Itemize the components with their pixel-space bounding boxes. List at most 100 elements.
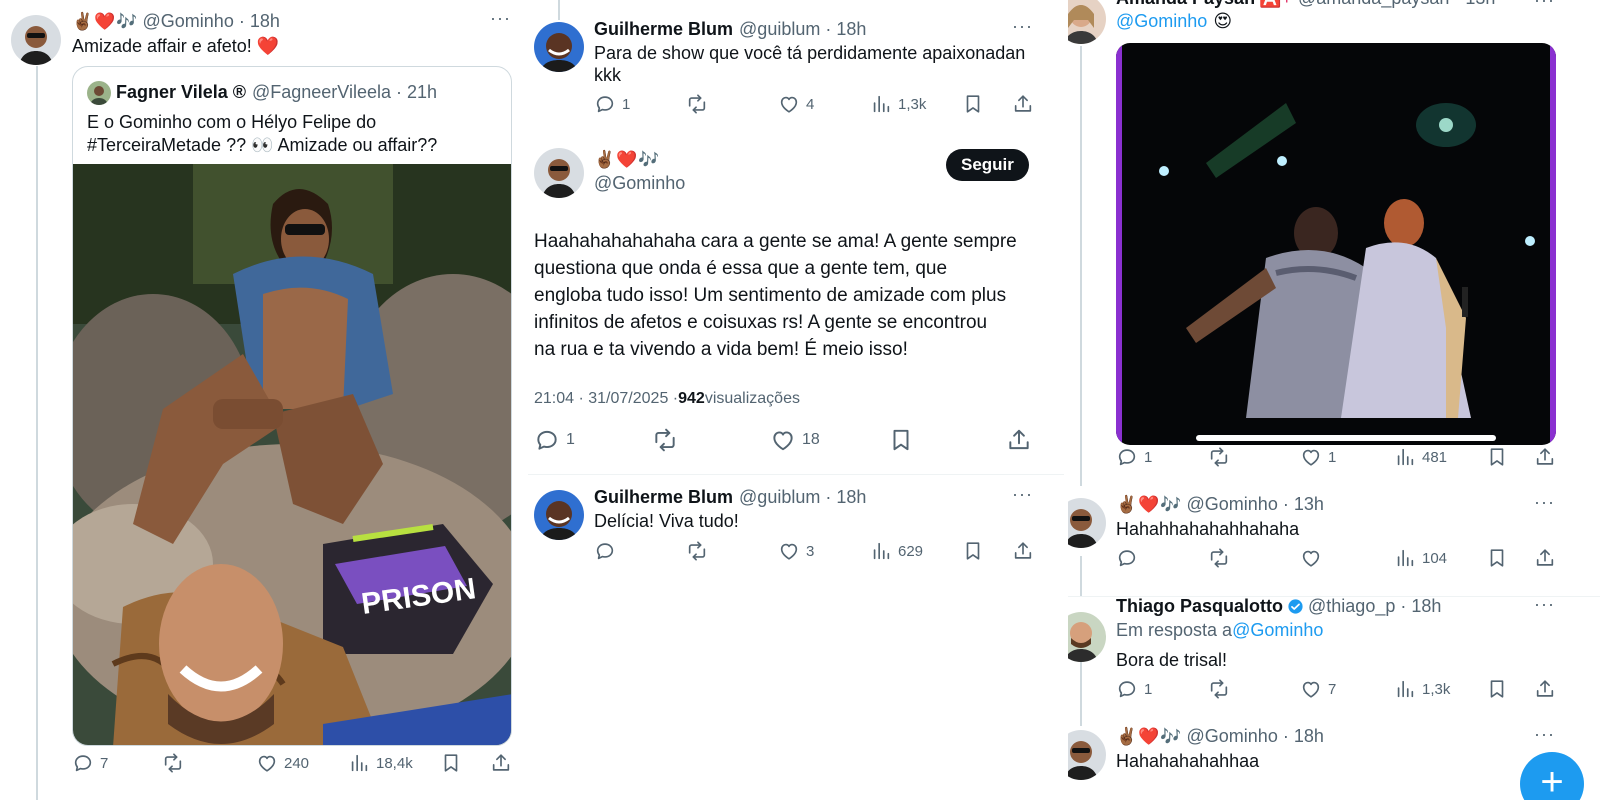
more-icon[interactable]: ··· [1534, 492, 1555, 513]
share-button[interactable] [1012, 93, 1040, 115]
like-icon [256, 752, 278, 774]
user-handle[interactable]: @guiblum [739, 487, 820, 508]
reply-button[interactable]: 1 [534, 427, 575, 453]
more-icon[interactable]: ··· [1534, 0, 1555, 11]
author-emoji-name[interactable]: ✌🏾 ❤️ 🎶 [594, 150, 661, 170]
compose-button[interactable]: + [1520, 752, 1584, 800]
retweet-button[interactable] [686, 93, 714, 115]
author-name[interactable]: Amanda Paysan [1116, 0, 1255, 9]
avatar[interactable] [1068, 730, 1106, 780]
bookmark-button[interactable] [962, 93, 990, 115]
share-icon [1012, 93, 1034, 115]
main-tweet-actions: 1 18 [528, 427, 1068, 453]
avatar[interactable] [534, 22, 584, 72]
like-button[interactable] [1300, 547, 1328, 569]
bookmark-button[interactable] [440, 752, 468, 774]
tweet-media-video[interactable] [1116, 43, 1556, 445]
quote-author-handle: @FagneerVileela [251, 82, 392, 102]
views-icon [1394, 547, 1416, 569]
like-button[interactable]: 240 [256, 752, 309, 774]
user-handle[interactable]: @Gominho [1187, 494, 1278, 515]
tweet-time[interactable]: 18h [836, 487, 866, 508]
avatar[interactable] [11, 15, 61, 65]
tweet-time[interactable]: 13h [1294, 494, 1324, 515]
more-icon[interactable]: ··· [490, 8, 511, 29]
bookmark-button[interactable] [888, 427, 920, 453]
reply-button[interactable] [594, 540, 622, 562]
views-button[interactable]: 1,3k [1394, 678, 1450, 700]
tweet-time[interactable]: 13h [1465, 0, 1495, 9]
views-button[interactable]: 104 [1394, 547, 1447, 569]
reply-button[interactable]: 1 [1116, 678, 1152, 700]
more-icon[interactable]: ··· [1012, 16, 1033, 37]
user-handle[interactable]: @guiblum [739, 19, 820, 40]
more-icon[interactable]: ··· [1534, 594, 1555, 615]
share-button[interactable] [490, 752, 518, 774]
reply-button[interactable]: 7 [72, 752, 108, 774]
mention-link[interactable]: @Gominho [1116, 11, 1207, 32]
retweet-button[interactable] [162, 752, 190, 774]
like-button[interactable]: 4 [778, 93, 814, 115]
avatar[interactable] [534, 490, 584, 540]
bookmark-button[interactable] [1486, 678, 1514, 700]
retweet-button[interactable] [1208, 678, 1236, 700]
more-icon[interactable]: ··· [1012, 484, 1033, 505]
user-handle[interactable]: @amanda_paysan [1298, 0, 1449, 9]
quote-author-name: Fagner Vilela ® [116, 82, 246, 102]
views-button[interactable]: 1,3k [870, 93, 926, 115]
like-button[interactable]: 3 [778, 540, 814, 562]
user-handle[interactable]: @Gominho [1187, 726, 1278, 747]
user-handle[interactable]: @Gominho [143, 11, 234, 32]
avatar[interactable] [534, 148, 584, 198]
share-icon [1534, 547, 1556, 569]
author-name[interactable]: Guilherme Blum [594, 487, 733, 508]
like-button[interactable]: 7 [1300, 678, 1336, 700]
reply-button[interactable] [1116, 547, 1144, 569]
tweet-text: Hahahhahahahhahaha [1116, 519, 1300, 539]
retweet-button[interactable] [652, 427, 684, 453]
share-button[interactable] [1534, 678, 1562, 700]
share-icon [490, 752, 512, 774]
share-button[interactable] [1012, 540, 1040, 562]
tweet-text: Amizade affair e afeto! ❤️ [72, 36, 280, 56]
views-button[interactable]: 481 [1394, 446, 1447, 468]
more-icon[interactable]: ··· [1534, 724, 1555, 745]
bookmark-button[interactable] [1486, 446, 1514, 468]
reply-button[interactable]: 1 [594, 93, 630, 115]
tweet-time[interactable]: 18h [250, 11, 280, 32]
user-handle[interactable]: @thiago_p [1308, 596, 1395, 617]
avatar[interactable] [1068, 498, 1106, 548]
reply-to-link[interactable]: @Gominho [1232, 620, 1323, 641]
share-button[interactable] [1006, 427, 1038, 453]
retweet-button[interactable] [1208, 446, 1236, 468]
music-notes-emoji: 🎶 [1160, 494, 1182, 514]
heart-emoji: ❤️ [1138, 726, 1160, 746]
views-icon [870, 93, 892, 115]
reply-button[interactable]: 1 [1116, 446, 1152, 468]
tweet-text: Hahahahahahhaa [1116, 751, 1260, 771]
like-button[interactable]: 1 [1300, 446, 1336, 468]
avatar[interactable] [1068, 612, 1106, 662]
share-button[interactable] [1534, 547, 1562, 569]
like-button[interactable]: 18 [770, 427, 820, 453]
author-name[interactable]: Guilherme Blum [594, 19, 733, 40]
author-name[interactable]: Thiago Pasqualotto [1116, 596, 1283, 617]
tweet-timestamp[interactable]: 21:04 · 31/07/2025 · 942 visualizações [534, 390, 800, 408]
views-button[interactable]: 629 [870, 540, 923, 562]
main-tweet-line: Haahahahahahaha cara a gente se ama! A g… [534, 231, 1017, 252]
bookmark-button[interactable] [1486, 547, 1514, 569]
retweet-button[interactable] [686, 540, 714, 562]
tweet-time[interactable]: 18h [1294, 726, 1324, 747]
follow-button[interactable]: Seguir [946, 149, 1029, 181]
quote-tweet[interactable]: Fagner Vilela ® @FagneerVileela · 21h E … [72, 66, 512, 746]
avatar[interactable] [1068, 0, 1106, 44]
user-handle[interactable]: @Gominho [594, 173, 685, 194]
tweet-time[interactable]: 18h [1411, 596, 1441, 617]
views-button[interactable]: 18,4k [348, 752, 413, 774]
bookmark-button[interactable] [962, 540, 990, 562]
tweet-time[interactable]: 18h [836, 19, 866, 40]
quote-photo[interactable]: PRISON [73, 164, 511, 745]
reply-icon [1116, 547, 1138, 569]
retweet-button[interactable] [1208, 547, 1236, 569]
share-button[interactable] [1534, 446, 1562, 468]
